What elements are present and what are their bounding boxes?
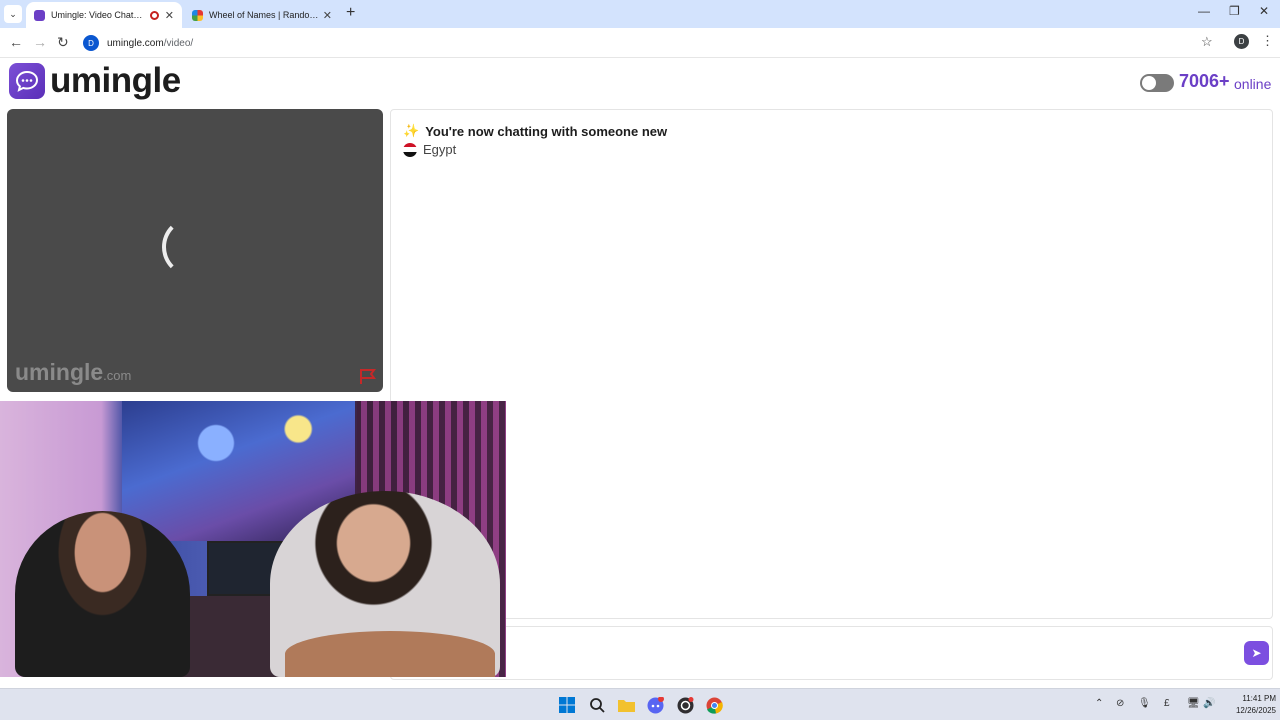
- chrome-icon[interactable]: [705, 696, 723, 714]
- site-info-icon[interactable]: D: [83, 35, 99, 51]
- stranger-country: Egypt: [403, 142, 456, 157]
- video-watermark: umingle.com: [15, 359, 132, 385]
- volume-icon[interactable]: 🔊: [1203, 698, 1215, 709]
- forward-arrow-icon[interactable]: →: [33, 34, 47, 50]
- theme-toggle[interactable]: [1140, 74, 1174, 92]
- obs-studio-icon[interactable]: [676, 696, 694, 714]
- restore-icon[interactable]: ❐: [1229, 4, 1240, 18]
- keyboard-language-icon[interactable]: £: [1164, 698, 1170, 709]
- person-left: [15, 511, 190, 677]
- network-icon[interactable]: 🖥: [1187, 698, 1200, 709]
- recording-indicator-icon: [149, 10, 159, 20]
- search-icon[interactable]: [588, 696, 606, 714]
- tab-title: Wheel of Names | Random name picker: [209, 10, 323, 20]
- umingle-logo-text[interactable]: umingle: [50, 61, 181, 101]
- hidden-eye-icon[interactable]: ⊘: [1116, 698, 1124, 709]
- close-tab-icon[interactable]: ✕: [323, 9, 332, 22]
- report-flag-icon[interactable]: [358, 367, 378, 385]
- url-field[interactable]: D umingle.com/video/: [80, 31, 1230, 55]
- tab-wheel-of-names[interactable]: Wheel of Names | Random name picker ✕: [184, 2, 340, 28]
- egypt-flag-icon: [403, 142, 417, 157]
- sparkles-icon: ✨: [403, 123, 420, 138]
- browser-menu-icon[interactable]: ⋮: [1261, 33, 1274, 49]
- browser-tab-bar: ⌄ Umingle: Video Chat with Strangers ✕ W…: [0, 0, 1280, 28]
- system-clock[interactable]: 11:41 PM 12/26/2025: [1222, 693, 1276, 717]
- profile-avatar[interactable]: D: [1234, 34, 1249, 49]
- address-toolbar: ← → ↻ D umingle.com/video/ ☆ D ⋮: [0, 28, 1280, 58]
- close-window-icon[interactable]: ✕: [1259, 4, 1269, 18]
- send-button[interactable]: ➤: [1244, 641, 1269, 665]
- windows-start-icon[interactable]: [558, 696, 576, 714]
- local-webcam-video: [0, 401, 506, 677]
- url-text: umingle.com/video/: [107, 37, 194, 49]
- back-arrow-icon[interactable]: ←: [9, 34, 23, 50]
- chevron-up-icon[interactable]: ⌃: [1095, 698, 1103, 709]
- tab-search-menu-button[interactable]: ⌄: [4, 5, 22, 23]
- message-input[interactable]: [390, 626, 1273, 680]
- wheel-favicon-icon: [192, 9, 203, 21]
- send-arrow-icon: ➤: [1251, 646, 1262, 660]
- reload-icon[interactable]: ↻: [57, 34, 69, 51]
- new-tab-plus-icon[interactable]: +: [346, 4, 355, 22]
- tab-umingle[interactable]: Umingle: Video Chat with Strangers ✕: [26, 2, 182, 28]
- system-message: ✨ You're now chatting with someone new: [403, 123, 668, 139]
- minimize-icon[interactable]: —: [1198, 4, 1210, 18]
- remote-video-panel: umingle.com: [7, 109, 383, 392]
- microphone-icon[interactable]: 🎙: [1138, 698, 1151, 709]
- tab-title: Umingle: Video Chat with Strangers: [51, 10, 144, 20]
- online-count: 7006+: [1179, 71, 1230, 91]
- online-label: online: [1234, 76, 1272, 92]
- os-taskbar: ⌃ ⊘ 🎙 £ 🖥 🔊 11:41 PM 12/26/2025: [0, 688, 1280, 720]
- close-tab-icon[interactable]: ✕: [165, 9, 174, 22]
- umingle-logo-icon[interactable]: [9, 63, 45, 99]
- held-object: [285, 631, 495, 677]
- loading-spinner-icon: [162, 217, 222, 277]
- bookmark-star-icon[interactable]: ☆: [1201, 34, 1213, 50]
- chat-log-panel: ✨ You're now chatting with someone new E…: [390, 109, 1273, 619]
- file-explorer-icon[interactable]: [617, 696, 635, 714]
- discord-icon[interactable]: [646, 696, 664, 714]
- umingle-favicon-icon: [34, 9, 45, 21]
